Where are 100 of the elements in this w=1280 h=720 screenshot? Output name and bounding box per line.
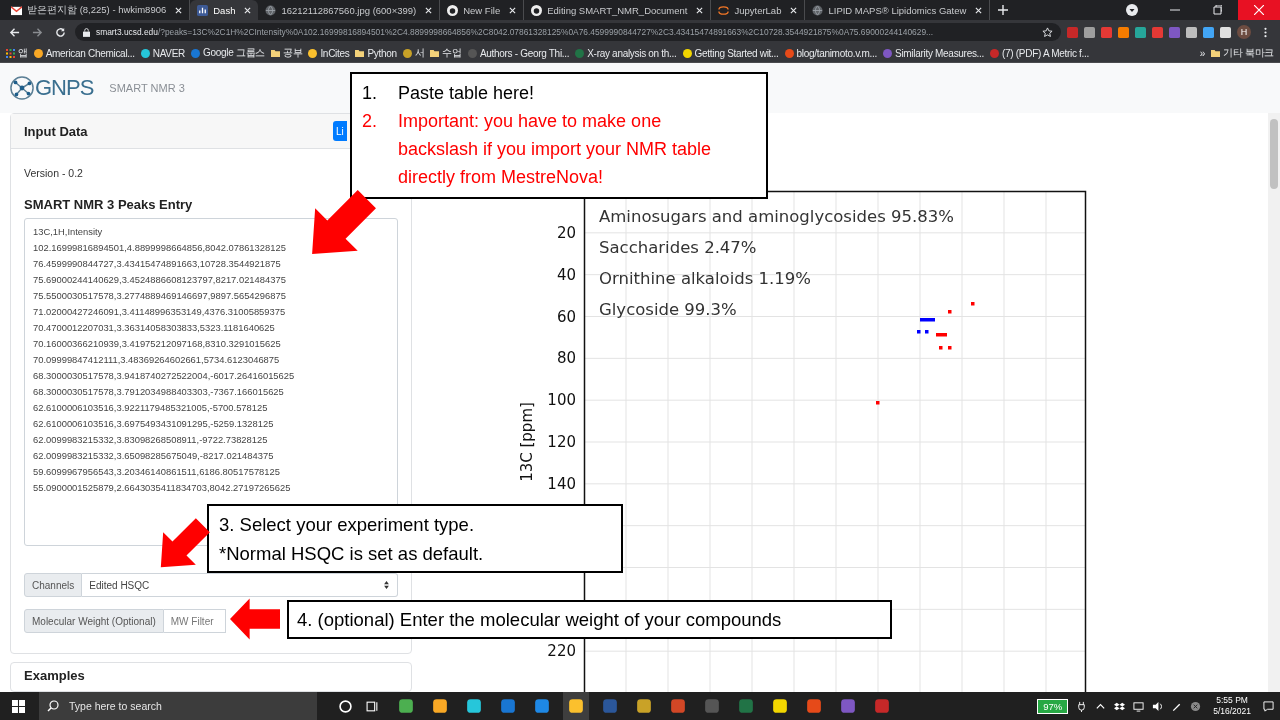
bookmark[interactable]: NAVER: [140, 47, 185, 59]
reload-icon[interactable]: [55, 26, 66, 38]
extension-icon[interactable]: [1186, 26, 1197, 38]
clock-date[interactable]: 5/16/2021: [1213, 706, 1251, 717]
mw-filter-field[interactable]: MW Filter: [163, 609, 226, 633]
callout-text: Important: you have to make one backslash if you import your NMR table directly from MestreNova!: [398, 110, 713, 189]
tick-label: 60: [556, 309, 576, 324]
back-icon[interactable]: [9, 26, 20, 38]
input-group-label: Molecular Weight (Optional): [24, 609, 164, 633]
updown-icon: [384, 581, 389, 589]
tick-label: 120: [547, 434, 576, 450]
load-button[interactable]: Li: [333, 121, 347, 141]
site-icon: [990, 48, 1000, 58]
pointer-arrow: [230, 598, 280, 640]
site-icon: [33, 48, 43, 58]
new-tab-icon[interactable]: [998, 5, 1009, 15]
site-icon: [467, 48, 477, 58]
scrollbar-thumb[interactable]: [1270, 119, 1278, 189]
callout-text: Paste table here!: [398, 82, 535, 105]
taskbar-search-field[interactable]: Type here to search: [39, 692, 317, 720]
tick-label: 140: [547, 476, 576, 492]
molecule-icon: [10, 76, 34, 100]
clock-time[interactable]: 5:55 PM: [1216, 695, 1248, 706]
annotation-text: Saccharides 2.47%: [599, 238, 757, 257]
tick-label: 220: [547, 643, 576, 659]
bookmark[interactable]: Google 그룹스: [190, 46, 265, 60]
site-icon: [883, 48, 893, 58]
globe-icon: [812, 4, 824, 16]
globe-icon: [265, 4, 277, 16]
folder-icon: [355, 48, 365, 58]
bookmark[interactable]: American Chemical...: [33, 47, 135, 59]
close-icon[interactable]: [696, 6, 704, 14]
restore-icon: [1212, 5, 1222, 15]
site-icon: [308, 48, 318, 58]
close-icon[interactable]: [975, 6, 983, 14]
site-icon: [190, 48, 200, 58]
address-bar[interactable]: smart3.ucsd.edu/?peaks=13C%2C1H%2CIntensity%0A102.16999816894501%2C4.8899998664856%2C8042.07861328125%0A76.4599990844727%2C3.43415474891663%2C10728.3544921875%0A75.69000244140629...: [75, 23, 1061, 41]
dropdown-icon[interactable]: [1126, 4, 1138, 16]
site-icon: [682, 48, 692, 58]
bookmark[interactable]: Authors - Georg Thi...: [467, 47, 570, 59]
close-icon[interactable]: [425, 6, 433, 14]
tick-label: 100: [547, 392, 576, 408]
extension-icon[interactable]: [1135, 26, 1146, 38]
extension-icon[interactable]: [1084, 26, 1095, 38]
star-icon[interactable]: [1042, 26, 1053, 38]
folder-icon: [271, 48, 280, 58]
windows-start-icon[interactable]: [12, 699, 25, 713]
folder-icon: [430, 48, 440, 58]
folder-icon: [1211, 48, 1220, 58]
bookmark[interactable]: 공부: [271, 46, 303, 60]
forward-icon[interactable]: [32, 26, 43, 38]
site-icon: [784, 48, 794, 58]
speaker-icon[interactable]: [1152, 700, 1164, 712]
search-icon: [47, 700, 59, 712]
ring-icon: [718, 4, 730, 16]
close-button[interactable]: [1238, 0, 1280, 20]
bookmark[interactable]: 앱: [6, 46, 28, 60]
close-icon[interactable]: [790, 6, 798, 14]
notification-icon[interactable]: [1263, 700, 1274, 712]
axis-label: 13C [ppm]: [518, 402, 536, 482]
bookmark[interactable]: Python: [355, 47, 397, 59]
bookmark[interactable]: 기타 북마크: [1211, 46, 1274, 60]
tick-label: 20: [556, 225, 576, 241]
taskbar-app-icon[interactable]: [563, 692, 589, 720]
bookmark[interactable]: blog/tanimoto.v.m...: [784, 47, 878, 59]
bookmark[interactable]: 서: [402, 46, 425, 60]
profile-avatar[interactable]: H: [1237, 25, 1251, 39]
annotation-text: Ornithine alkaloids 1.19%: [599, 269, 811, 288]
bookmark[interactable]: 수업: [430, 46, 462, 60]
bookmark[interactable]: (7) (PDF) A Metric f...: [990, 47, 1090, 59]
close-icon[interactable]: [244, 6, 252, 14]
list-number: 2.: [362, 110, 378, 133]
close-circle-icon[interactable]: [1190, 700, 1202, 712]
annotation-text: Glycoside 99.3%: [599, 300, 737, 319]
bookmark[interactable]: InCites: [308, 47, 350, 59]
annotation-text: Aminosugars and aminoglycosides 95.83%: [599, 207, 954, 226]
browser-tab[interactable]: Dash: [190, 0, 259, 20]
extension-icon[interactable]: [1220, 26, 1231, 38]
bookmark[interactable]: X-ray analysis on th...: [575, 47, 677, 59]
tick-label: 80: [556, 350, 576, 366]
tick-label: 40: [556, 267, 576, 283]
site-icon: [140, 48, 150, 58]
mail-icon: [11, 4, 22, 16]
more-bookmarks[interactable]: »: [1199, 47, 1205, 59]
bookmark[interactable]: Similarity Measures...: [883, 47, 985, 59]
channels-select[interactable]: Edited HSQC: [82, 573, 398, 597]
task-view-icon[interactable]: [366, 699, 379, 713]
extension-icon[interactable]: [1118, 26, 1129, 38]
bookmark[interactable]: Getting Started wit...: [682, 47, 779, 59]
callout-text: 4. (optional) Enter the molecular weight of your compounds: [297, 608, 782, 632]
card-title: Examples: [24, 668, 85, 683]
plug-icon[interactable]: [1076, 700, 1088, 712]
close-icon[interactable]: [509, 6, 517, 14]
extension-icon[interactable]: [1203, 26, 1214, 38]
card-title: Input Data: [24, 123, 88, 139]
field-label: SMART NMR 3 Peaks Entry: [24, 197, 194, 212]
close-icon[interactable]: [175, 6, 183, 14]
chart-icon: [197, 4, 209, 16]
close-icon: [1254, 5, 1264, 15]
version-text: Version - 0.2: [24, 167, 84, 179]
